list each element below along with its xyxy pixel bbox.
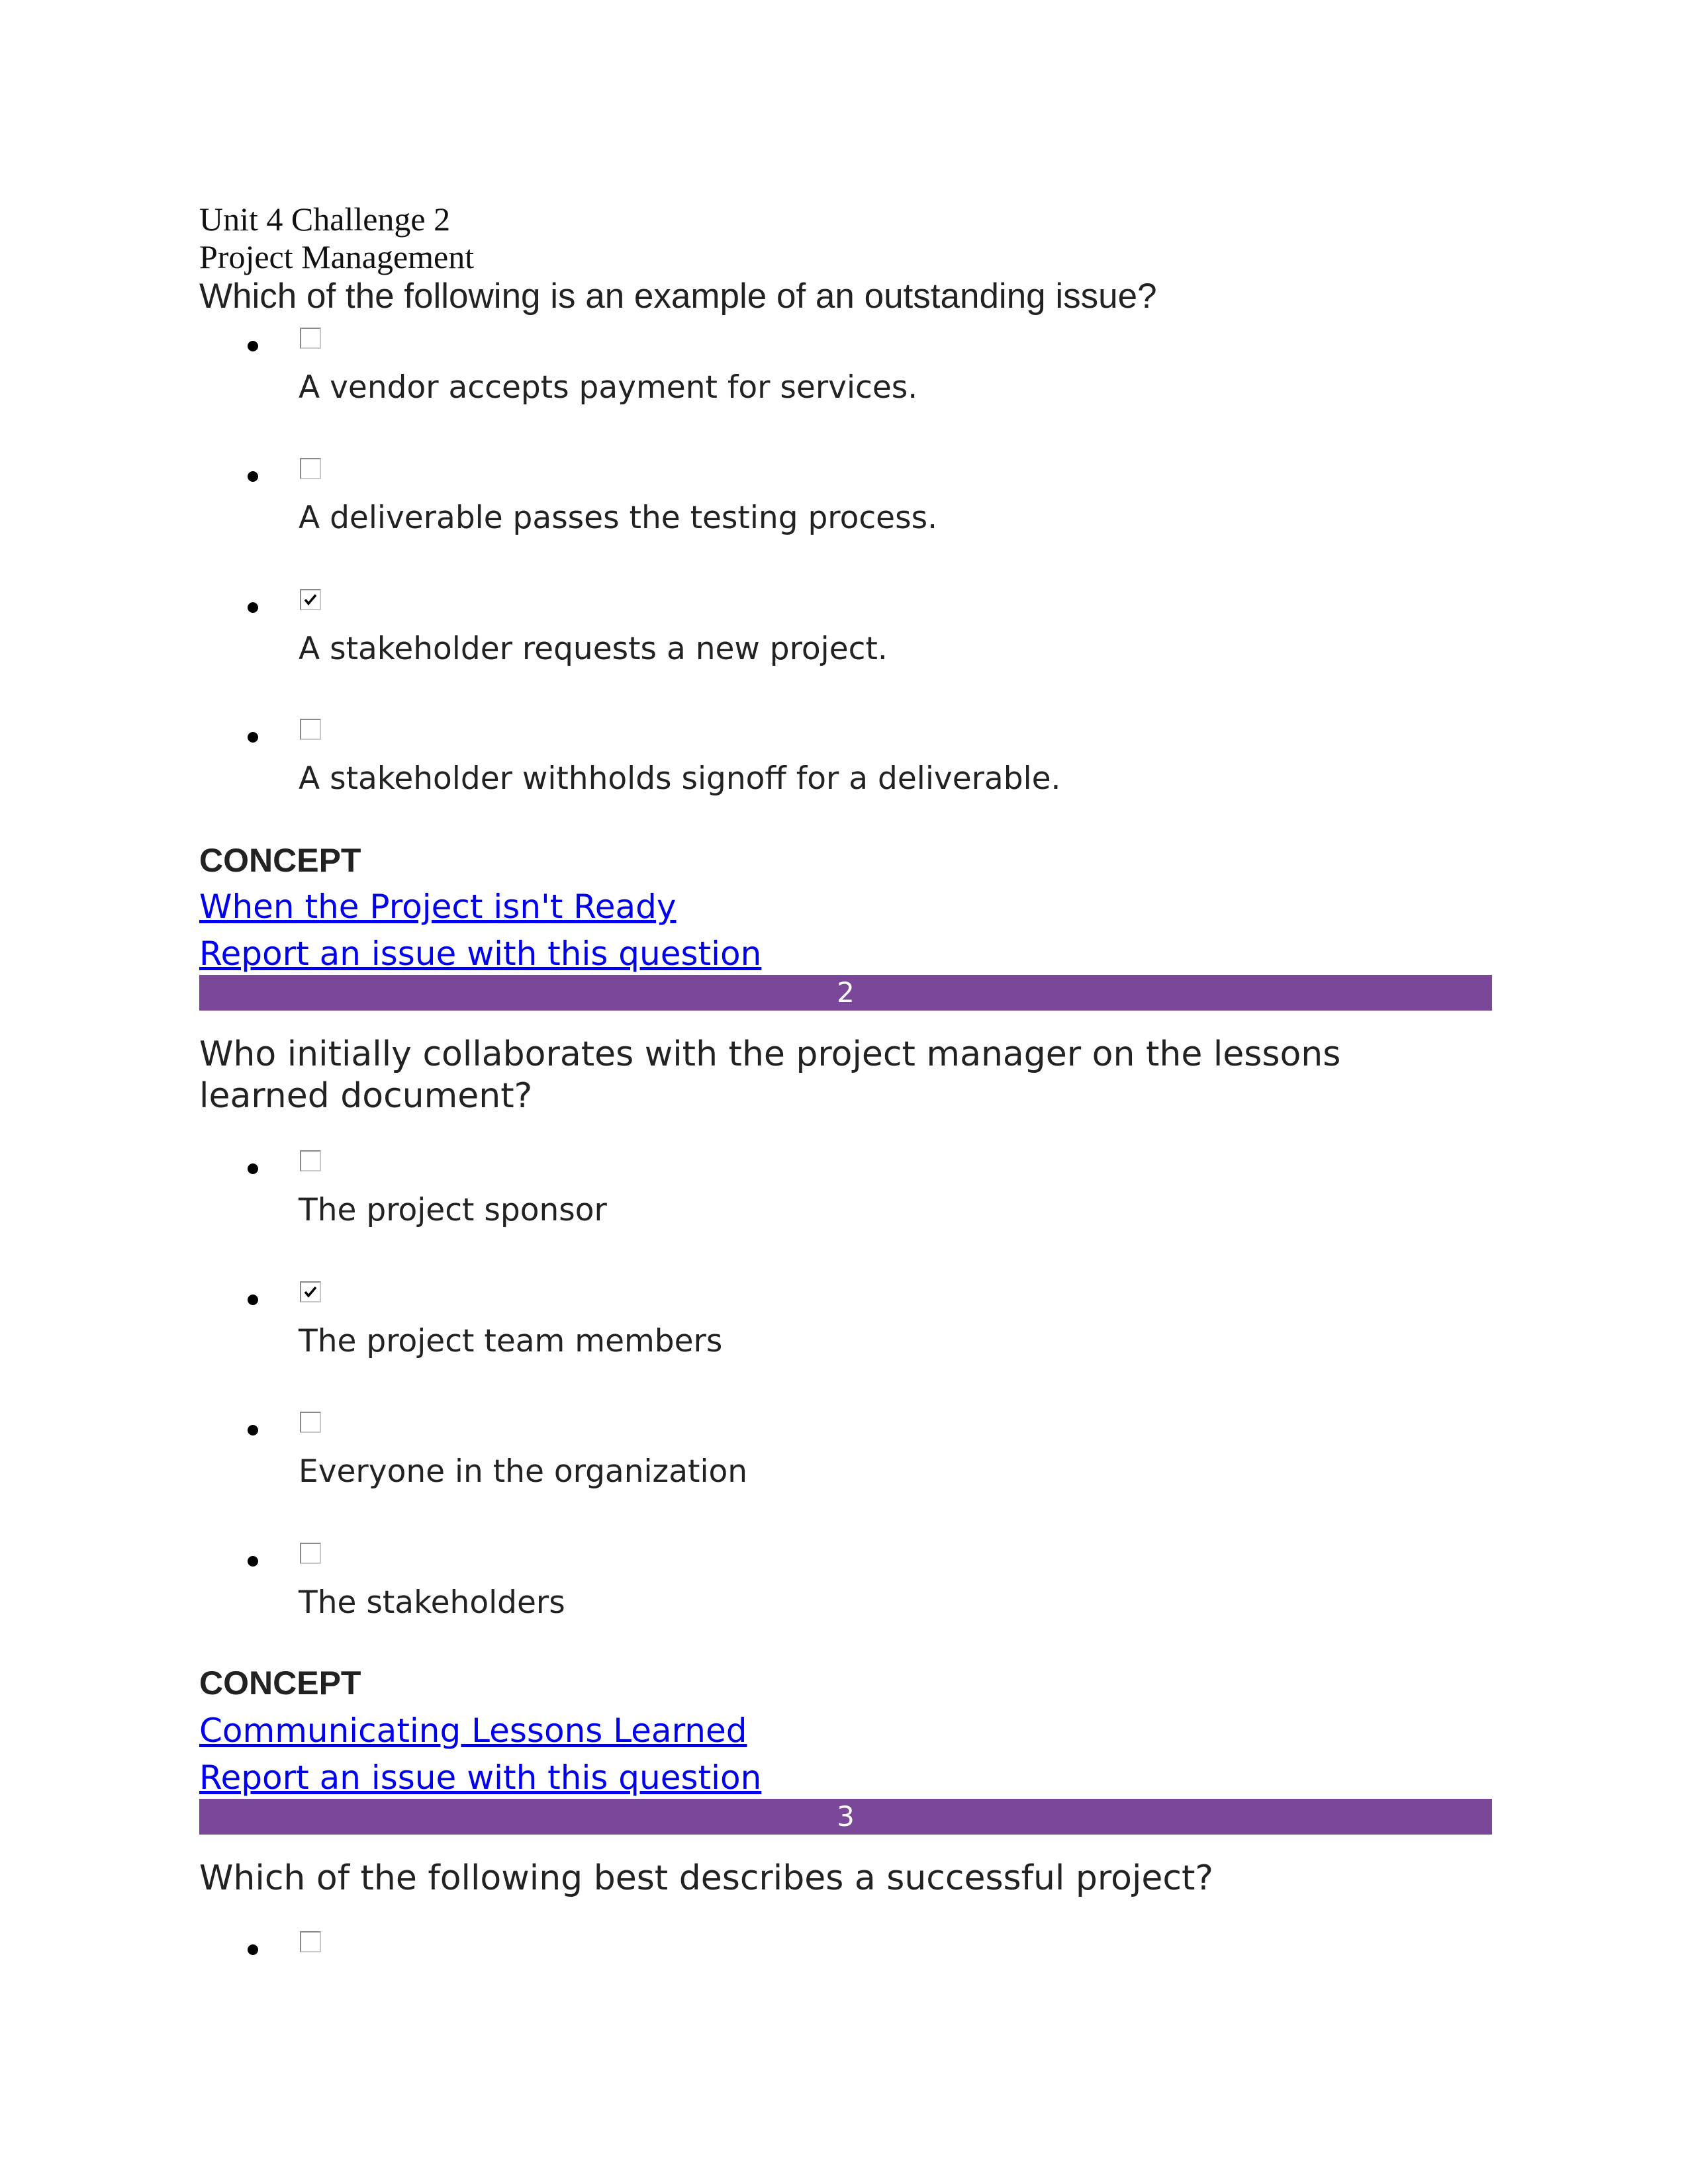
bullet-icon [248, 602, 258, 613]
checkmark-icon [304, 594, 317, 606]
answer-checkbox[interactable] [300, 458, 321, 479]
question-number-bar: 2 [199, 975, 1492, 1011]
concept-link[interactable]: When the Project isn't Ready [199, 887, 676, 926]
bullet-icon [248, 341, 258, 351]
answer-option-label[interactable]: A stakeholder requests a new project. [299, 631, 888, 668]
bullet-icon [248, 1556, 258, 1567]
answer-option-label[interactable]: A deliverable passes the testing process… [299, 500, 937, 537]
concept-heading: CONCEPT [199, 842, 361, 879]
bullet-icon [248, 1163, 258, 1174]
question-text: Which of the following is an example of … [199, 277, 1157, 316]
bullet-icon [248, 732, 258, 743]
answer-checkbox[interactable] [300, 328, 321, 349]
answer-checkbox[interactable] [300, 719, 321, 740]
question-text: Which of the following best describes a … [199, 1858, 1213, 1898]
answer-option-label[interactable]: A stakeholder withholds signoff for a de… [299, 760, 1060, 797]
answer-option-label[interactable]: A vendor accepts payment for services. [299, 369, 917, 406]
bullet-icon [248, 1425, 258, 1435]
concept-heading: CONCEPT [199, 1664, 361, 1702]
answer-checkbox[interactable] [300, 1931, 321, 1952]
report-issue-link[interactable]: Report an issue with this question [199, 1758, 761, 1797]
answer-option-label[interactable]: The stakeholders [299, 1584, 565, 1621]
answer-option-label[interactable]: Everyone in the organization [299, 1453, 747, 1490]
question-number-bar: 3 [199, 1799, 1492, 1835]
bullet-icon [248, 1295, 258, 1305]
answer-option-label[interactable]: The project team members [299, 1323, 722, 1360]
answer-checkbox[interactable] [300, 1412, 321, 1433]
answer-checkbox[interactable] [300, 1543, 321, 1564]
answer-checkbox[interactable] [300, 1281, 321, 1302]
question-text-line-1: Who initially collaborates with the proj… [199, 1034, 1341, 1074]
answer-option-label[interactable]: The project sponsor [299, 1192, 607, 1229]
bullet-icon [248, 1944, 258, 1955]
answer-checkbox[interactable] [300, 1150, 321, 1171]
answer-checkbox[interactable] [300, 589, 321, 610]
concept-link[interactable]: Communicating Lessons Learned [199, 1711, 747, 1750]
course-name: Project Management [199, 238, 475, 275]
checkmark-icon [304, 1286, 317, 1298]
question-text-line-2: learned document? [199, 1076, 533, 1116]
bullet-icon [248, 471, 258, 482]
page-title: Unit 4 Challenge 2 [199, 201, 451, 238]
report-issue-link[interactable]: Report an issue with this question [199, 934, 761, 973]
